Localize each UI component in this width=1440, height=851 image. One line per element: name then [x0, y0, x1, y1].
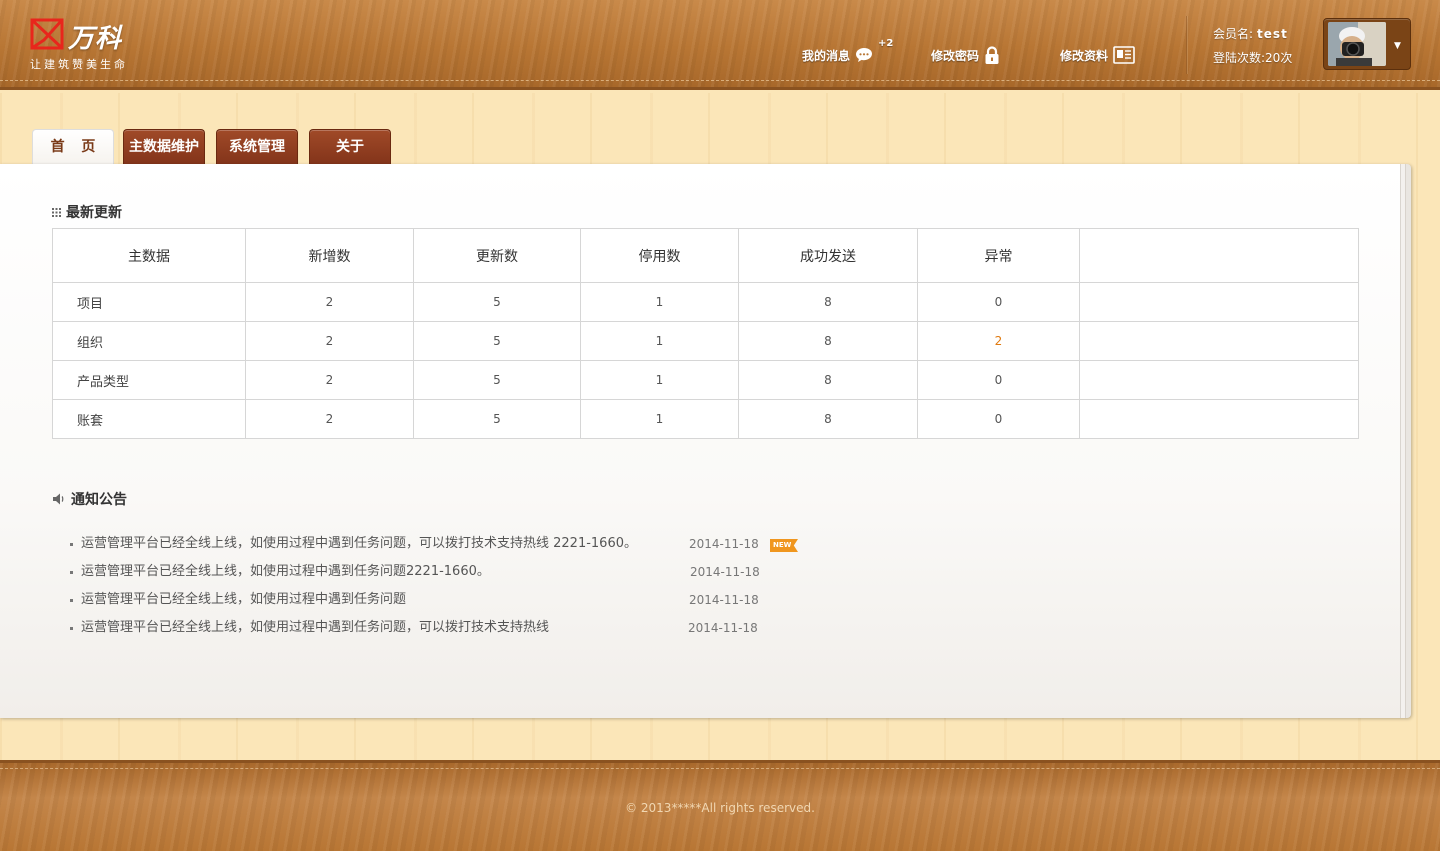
updates-table: 主数据 新增数 更新数 停用数 成功发送 异常 项目 2 5 1 8 0 组织 [52, 228, 1359, 439]
updates-title-text: 最新更新 [66, 205, 122, 221]
cell-updated: 5 [413, 321, 581, 361]
list-item[interactable]: 运营管理平台已经全线上线，如使用过程中遇到任务问题 2014-11-18 [70, 591, 830, 619]
cell-spacer [1079, 282, 1359, 322]
change-password-label: 修改密码 [931, 48, 980, 63]
cell-sent: 8 [738, 360, 918, 400]
logo-mark-icon [30, 18, 64, 50]
avatar [1328, 22, 1386, 66]
notice-date: 2014-11-18 [689, 537, 759, 551]
cell-updated: 5 [413, 282, 581, 322]
chat-bubble-icon [855, 47, 873, 63]
tab-master-data[interactable]: 主数据维护 [123, 129, 205, 164]
user-avatar-menu[interactable]: ▼ [1323, 18, 1411, 70]
tab-home[interactable]: 首 页 [32, 129, 114, 165]
brand-logo[interactable]: 万科 让建筑赞美生命 [30, 16, 150, 74]
table-header-row: 主数据 新增数 更新数 停用数 成功发送 异常 [52, 228, 1359, 283]
bullet [70, 599, 73, 602]
column-header: 主数据 [52, 228, 246, 283]
column-header: 异常 [917, 228, 1080, 283]
cell-master-data: 项目 [52, 282, 246, 322]
cell-disabled: 1 [580, 360, 739, 400]
cell-spacer [1079, 399, 1359, 439]
bullet [70, 627, 73, 630]
notice-list: 运营管理平台已经全线上线，如使用过程中遇到任务问题，可以拨打技术支持热线 222… [70, 535, 830, 647]
list-item[interactable]: 运营管理平台已经全线上线，如使用过程中遇到任务问题，可以拨打技术支持热线 201… [70, 619, 830, 647]
id-card-icon [1113, 46, 1135, 64]
bullet [70, 543, 73, 546]
header-bar: 万科 让建筑赞美生命 我的消息 +2 修改密码 修改资料 会员名: test 登陆… [0, 0, 1440, 90]
footer-bar: © 2013*****All rights reserved. [0, 760, 1440, 851]
updates-section-title: 最新更新 [52, 202, 122, 222]
cell-added: 2 [245, 360, 414, 400]
my-messages-label: 我的消息 [802, 48, 851, 63]
notice-text[interactable]: 运营管理平台已经全线上线，如使用过程中遇到任务问题 [81, 591, 406, 609]
column-header: 更新数 [413, 228, 581, 283]
notice-text[interactable]: 运营管理平台已经全线上线，如使用过程中遇到任务问题2221-1660。 [81, 563, 490, 581]
login-count-label: 登陆次数: [1213, 51, 1266, 65]
cell-errors-link[interactable]: 2 [917, 321, 1080, 361]
cell-sent: 8 [738, 321, 918, 361]
tab-about[interactable]: 关于 [309, 129, 391, 164]
cell-master-data: 账套 [52, 399, 246, 439]
member-row: 会员名: test [1213, 22, 1292, 46]
column-header-spacer [1079, 228, 1359, 283]
brand-name: 万科 [68, 24, 123, 54]
cell-disabled: 1 [580, 399, 739, 439]
cell-disabled: 1 [580, 321, 739, 361]
header-divider [1186, 16, 1188, 74]
notice-date: 2014-11-18 [688, 621, 758, 635]
notice-date: 2014-11-18 [689, 593, 759, 607]
cell-spacer [1079, 321, 1359, 361]
cell-sent: 8 [738, 282, 918, 322]
cell-updated: 5 [413, 399, 581, 439]
edit-profile-link[interactable]: 修改资料 [1060, 44, 1135, 66]
cell-errors: 0 [917, 399, 1080, 439]
cell-added: 2 [245, 399, 414, 439]
login-count-value: 20次 [1265, 51, 1293, 65]
avatar-photo-icon [1328, 22, 1386, 66]
cell-added: 2 [245, 282, 414, 322]
table-row: 账套 2 5 1 8 0 [52, 399, 1359, 439]
cell-errors: 0 [917, 282, 1080, 322]
content-panel: 最新更新 主数据 新增数 更新数 停用数 成功发送 异常 项目 2 5 1 8 … [0, 164, 1401, 718]
column-header: 停用数 [580, 228, 739, 283]
messages-badge: +2 [878, 38, 894, 49]
copyright-text: © 2013*****All rights reserved. [625, 801, 815, 815]
list-item[interactable]: 运营管理平台已经全线上线，如使用过程中遇到任务问题，可以拨打技术支持热线 222… [70, 535, 830, 563]
notice-text[interactable]: 运营管理平台已经全线上线，如使用过程中遇到任务问题，可以拨打技术支持热线 [81, 619, 549, 637]
user-info: 会员名: test 登陆次数:20次 [1213, 22, 1292, 70]
cell-spacer [1079, 360, 1359, 400]
cell-sent: 8 [738, 399, 918, 439]
edit-profile-label: 修改资料 [1060, 48, 1109, 63]
column-header: 新增数 [245, 228, 414, 283]
login-count-row: 登陆次数:20次 [1213, 46, 1292, 70]
bullet [70, 571, 73, 574]
notices-section-title: 通知公告 [52, 489, 127, 509]
member-name: test [1257, 27, 1288, 41]
cell-added: 2 [245, 321, 414, 361]
cell-errors: 0 [917, 360, 1080, 400]
notice-date: 2014-11-18 [690, 565, 760, 579]
change-password-link[interactable]: 修改密码 [931, 44, 1000, 66]
my-messages-link[interactable]: 我的消息 +2 [802, 38, 893, 66]
grid-dots-icon [52, 207, 61, 217]
list-item[interactable]: 运营管理平台已经全线上线，如使用过程中遇到任务问题2221-1660。 2014… [70, 563, 830, 591]
notices-title-text: 通知公告 [71, 492, 127, 508]
table-row: 组织 2 5 1 8 2 [52, 321, 1359, 361]
cell-updated: 5 [413, 360, 581, 400]
cell-master-data: 产品类型 [52, 360, 246, 400]
brand-slogan: 让建筑赞美生命 [30, 58, 128, 71]
column-header: 成功发送 [738, 228, 918, 283]
table-row: 项目 2 5 1 8 0 [52, 282, 1359, 322]
cell-disabled: 1 [580, 282, 739, 322]
notice-text[interactable]: 运营管理平台已经全线上线，如使用过程中遇到任务问题，可以拨打技术支持热线 222… [81, 535, 637, 553]
chevron-down-icon: ▼ [1394, 41, 1401, 51]
member-label: 会员名: [1213, 27, 1254, 41]
tab-system-management[interactable]: 系统管理 [216, 129, 298, 164]
speaker-icon [52, 492, 66, 506]
lock-icon [984, 45, 1000, 65]
cell-master-data: 组织 [52, 321, 246, 361]
table-row: 产品类型 2 5 1 8 0 [52, 360, 1359, 400]
new-badge: NEW [770, 539, 798, 552]
